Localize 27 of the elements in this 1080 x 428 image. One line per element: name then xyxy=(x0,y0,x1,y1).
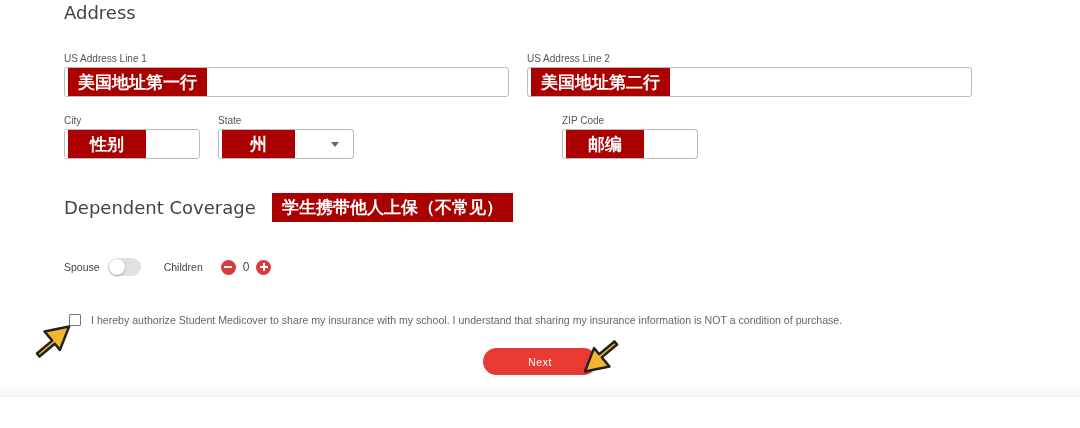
input-field[interactable]: 美国地址第一行 xyxy=(64,67,509,97)
field-label: ZIP Code xyxy=(562,115,606,126)
consent-checkbox[interactable] xyxy=(69,314,81,326)
stepper-label: Children xyxy=(163,261,203,273)
annotation-label: 美国地址第一行 xyxy=(68,68,207,96)
field-label: US Address Line 1 xyxy=(64,53,148,64)
input-field[interactable]: 美国地址第二行 xyxy=(527,67,972,97)
input-field[interactable]: 性别 xyxy=(64,129,200,159)
section-title: Address xyxy=(64,2,137,23)
section-title: Dependent Coverage xyxy=(64,197,256,218)
spouse-toggle[interactable] xyxy=(107,258,141,276)
input-field[interactable]: 邮编 xyxy=(562,129,698,159)
toggle-label: Spouse xyxy=(64,261,100,273)
annotation-label: 美国地址第二行 xyxy=(531,68,670,96)
field-label: US Address Line 2 xyxy=(527,53,611,64)
children-count: 0 xyxy=(242,260,250,274)
annotation-label: 邮编 xyxy=(566,130,644,158)
annotation-label: 学生携带他人上保（不常见） xyxy=(271,193,513,222)
minus-icon[interactable] xyxy=(220,259,236,275)
consent-text: I hereby authorize Student Medicover to share my insurance with my school. I understand that sharing my insurance information is NOT a condition of purchase. xyxy=(91,314,843,326)
caret-icon xyxy=(331,142,339,147)
annotation-label: 性别 xyxy=(68,130,146,158)
field-label: State xyxy=(218,115,243,126)
select-field[interactable]: 州 xyxy=(218,129,354,159)
plus-icon[interactable] xyxy=(256,259,272,275)
field-label: City xyxy=(64,115,83,126)
annotation-label: 州 xyxy=(222,130,295,158)
